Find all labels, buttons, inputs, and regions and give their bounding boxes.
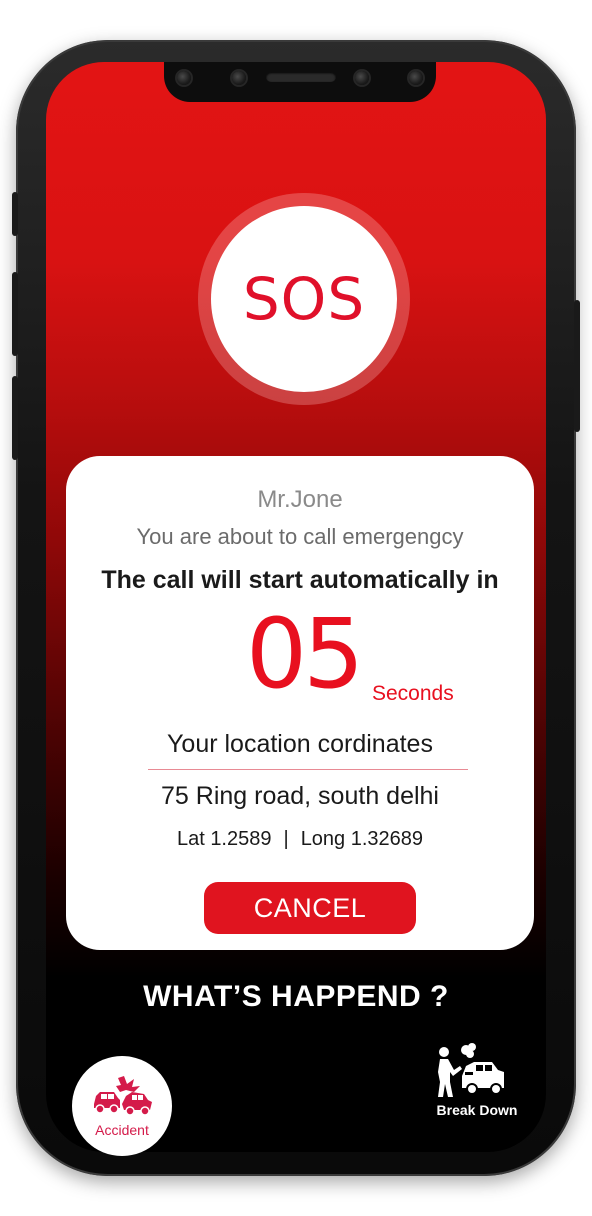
car-breakdown-icon [438, 1043, 504, 1097]
divider [148, 769, 468, 770]
phone-volume-up-button [12, 272, 18, 356]
car-crash-icon [94, 1076, 152, 1116]
location-label: Your location cordinates [167, 730, 433, 758]
latitude: Lat 1.2589 [176, 828, 272, 850]
cancel-button[interactable]: CANCEL [204, 882, 416, 934]
longitude: Long 1.32689 [300, 828, 424, 850]
front-camera-icon [177, 71, 191, 85]
phone-power-button [574, 300, 580, 432]
earpiece-speaker [266, 72, 336, 82]
sensor-icon [232, 71, 246, 85]
emergency-call-card: Mr.Jone You are about to call emergengcy… [66, 456, 534, 950]
notch [164, 62, 436, 102]
sos-button[interactable]: SOS [211, 206, 397, 392]
user-name: Mr.Jone [257, 486, 343, 513]
phone-side-button [12, 192, 18, 236]
breakdown-label: Break Down [436, 1102, 518, 1118]
coordinates: Lat 1.2589 | Long 1.32689 [66, 828, 534, 851]
auto-call-text: The call will start automatically in [101, 566, 499, 594]
coordinate-separator: | [283, 828, 289, 850]
phone-volume-down-button [12, 376, 18, 460]
proximity-sensor-icon [409, 71, 423, 85]
accident-option-button[interactable]: Accident [72, 1056, 172, 1156]
address: 75 Ring road, south delhi [161, 782, 439, 810]
whats-happened-title: WHAT’S HAPPEND ? [143, 980, 449, 1013]
countdown-number: 05 [246, 598, 364, 710]
sensor-icon-2 [355, 71, 369, 85]
countdown-unit: Seconds [372, 682, 454, 705]
call-subtitle: You are about to call emergengcy [136, 524, 464, 549]
breakdown-option-button[interactable]: Break Down [424, 1040, 530, 1126]
accident-label: Accident [95, 1122, 149, 1138]
